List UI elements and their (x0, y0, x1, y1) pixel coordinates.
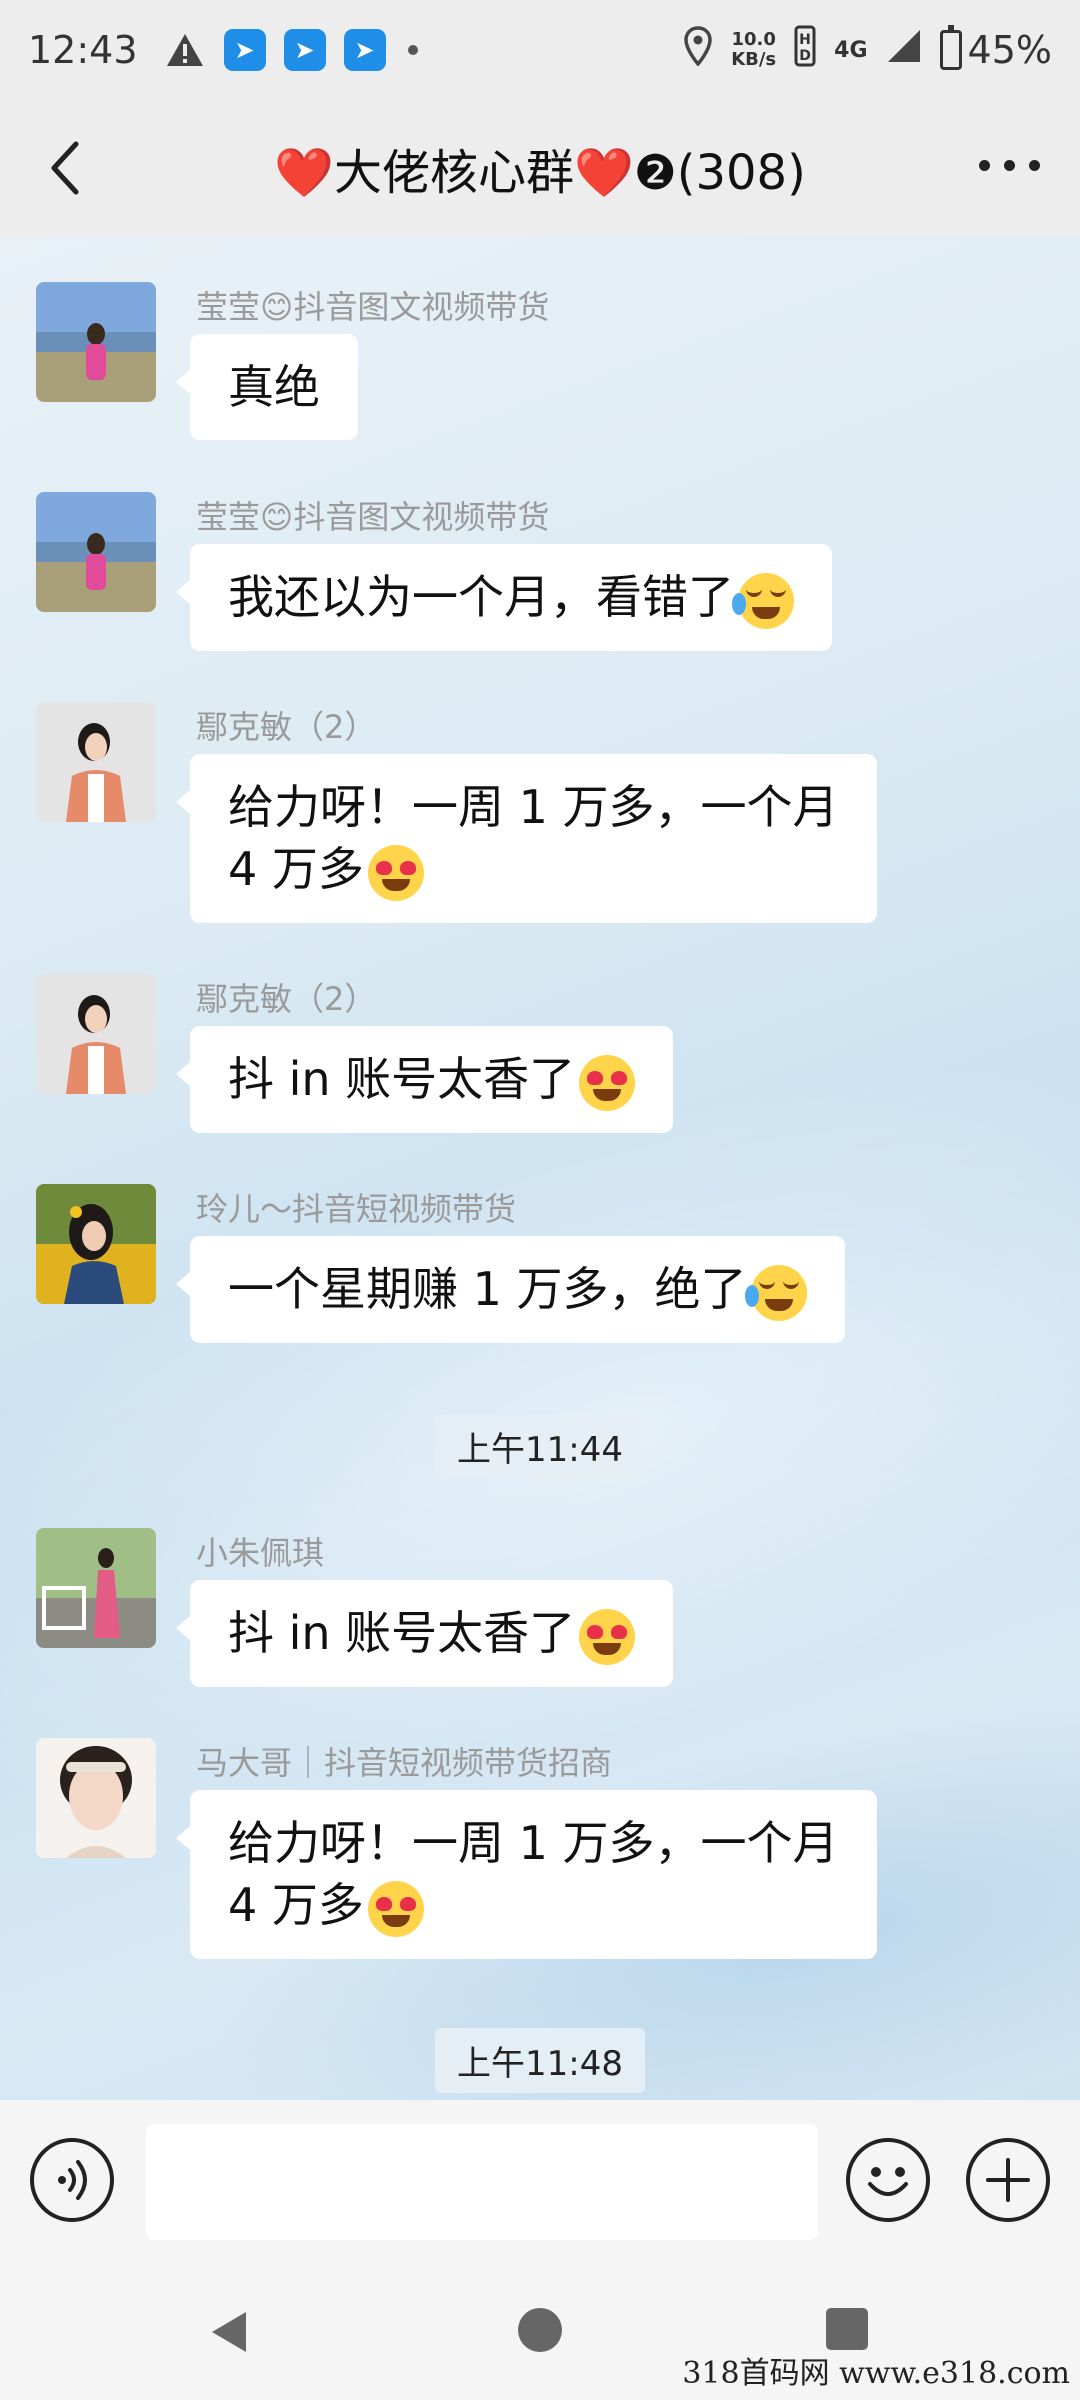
message-text: 真绝 (228, 360, 320, 414)
sender-name: 小朱佩琪 (196, 1534, 325, 1572)
triangle-back-icon (212, 2312, 246, 2352)
sender-name: 鄢克敏（2） (196, 708, 377, 746)
message-bubble[interactable]: 一个星期赚 1 万多，绝了 (176, 1236, 845, 1343)
nav-recents-button[interactable] (826, 2308, 868, 2350)
message-item: 小朱佩琪 抖 in 账号太香了 (36, 1528, 1036, 1688)
voice-icon (58, 2160, 87, 2200)
voice-input-button[interactable] (30, 2138, 114, 2222)
message-item: 鄢克敏（2） 抖 in 账号太香了 (36, 974, 1036, 1134)
warning-icon (164, 29, 206, 71)
crying-laughing-emoji-icon (744, 1264, 807, 1321)
sender-name: 玲儿～抖音短视频带货 (196, 1190, 517, 1228)
location-icon (683, 25, 713, 75)
crying-laughing-emoji-icon (732, 572, 794, 629)
chat-message-list[interactable]: 莹莹😊抖音图文视频带货 真绝 莹莹😊抖音图文视频带货 我还以为一个月，看错了 鄢… (0, 236, 1080, 2100)
status-bar: 12:43 ➤ ➤ ➤ 10.0 KB/s HD 4G 45% (0, 0, 1080, 100)
heart-eyes-emoji-icon (367, 844, 424, 901)
svg-text:D: D (799, 48, 811, 64)
svg-text:H: H (799, 32, 811, 48)
message-bubble[interactable]: 抖 in 账号太香了 (175, 1580, 674, 1687)
message-item: 莹莹😊抖音图文视频带货 我还以为一个月，看错了 (36, 492, 1036, 652)
message-bubble[interactable]: 给力呀！一周 1 万多，一个月 4 万多 (176, 1790, 877, 1959)
heart-eyes-emoji-icon (579, 1608, 636, 1665)
message-item: 鄢克敏（2） 给力呀！一周 1 万多，一个月 4 万多 (36, 702, 1036, 932)
message-text: 抖 in 账号太香了 (228, 1052, 576, 1106)
message-text: 我还以为一个月，看错了 (228, 570, 734, 624)
hd-icon: HD (794, 25, 816, 76)
message-bubble[interactable]: 真绝 (176, 334, 358, 440)
signal-icon (886, 28, 922, 73)
message-text-line: 给力呀！一周 1 万多，一个月 (228, 780, 839, 834)
avatar[interactable] (36, 1528, 156, 1648)
message-input-bar (0, 2100, 1080, 2260)
message-text: 一个星期赚 1 万多，绝了 (228, 1262, 747, 1316)
plus-icon (986, 2158, 1030, 2202)
app-notification-icon: ➤ (223, 29, 266, 71)
message-text: 抖 in 账号太香了 (228, 1606, 576, 1660)
status-time: 12:43 (28, 28, 138, 72)
network-type: 4G (834, 37, 868, 63)
message-item: 玲儿～抖音短视频带货 一个星期赚 1 万多，绝了 (36, 1184, 1036, 1344)
network-speed-value: 10.0 (731, 29, 776, 50)
dot-icon (979, 160, 990, 171)
message-bubble[interactable]: 抖 in 账号太香了 (175, 1026, 674, 1133)
message-bubble[interactable]: 给力呀！一周 1 万多，一个月 4 万多 (176, 754, 877, 923)
network-speed: 10.0 KB/s (731, 30, 776, 70)
message-text-line: 给力呀！一周 1 万多，一个月 (228, 1816, 839, 1870)
sender-name: 鄢克敏（2） (196, 980, 377, 1018)
app-notification-icon: ➤ (343, 29, 386, 71)
avatar[interactable] (36, 974, 156, 1094)
sender-name: 马大哥｜抖音短视频带货招商 (196, 1744, 613, 1782)
message-input[interactable] (146, 2124, 818, 2240)
watermark: 318首码网 www.e318.com (682, 2356, 1070, 2391)
more-notifications-dot-icon (407, 45, 418, 55)
smile-icon (868, 2167, 908, 2196)
message-bubble[interactable]: 我还以为一个月，看错了 (176, 544, 832, 651)
more-options-button[interactable] (979, 160, 1040, 171)
avatar[interactable] (36, 492, 156, 612)
heart-eyes-emoji-icon (367, 1880, 424, 1937)
battery-level: 45% (967, 28, 1052, 72)
sender-name: 莹莹😊抖音图文视频带货 (196, 498, 550, 536)
app-notification-icon: ➤ (283, 29, 326, 71)
more-functions-button[interactable] (966, 2138, 1050, 2222)
battery-icon (939, 25, 962, 70)
chat-title: ❤️大佬核心群❤️❷(308) (274, 145, 806, 201)
emoji-button[interactable] (846, 2138, 930, 2222)
timestamp: 上午11:44 (435, 1414, 645, 1479)
message-text-line: 4 万多 (228, 842, 364, 896)
chat-header: ❤️大佬核心群❤️❷(308) (0, 100, 1080, 236)
avatar[interactable] (36, 1738, 156, 1858)
heart-eyes-emoji-icon (579, 1054, 636, 1111)
dot-icon (1029, 160, 1040, 171)
sender-name: 莹莹😊抖音图文视频带货 (196, 288, 550, 326)
message-text-line: 4 万多 (228, 1878, 364, 1932)
avatar[interactable] (36, 282, 156, 402)
battery: 45% (939, 25, 1052, 72)
message-item: 马大哥｜抖音短视频带货招商 给力呀！一周 1 万多，一个月 4 万多 (36, 1738, 1036, 1968)
avatar[interactable] (36, 702, 156, 822)
system-navigation-bar: 318首码网 www.e318.com (0, 2260, 1080, 2400)
avatar[interactable] (36, 1184, 156, 1304)
back-button[interactable] (38, 136, 98, 200)
nav-home-button[interactable] (518, 2308, 562, 2352)
dot-icon (1004, 160, 1015, 171)
nav-back-button[interactable] (206, 2308, 254, 2360)
message-item: 莹莹😊抖音图文视频带货 真绝 (36, 282, 1036, 442)
network-speed-unit: KB/s (731, 49, 777, 70)
timestamp: 上午11:48 (435, 2028, 645, 2093)
